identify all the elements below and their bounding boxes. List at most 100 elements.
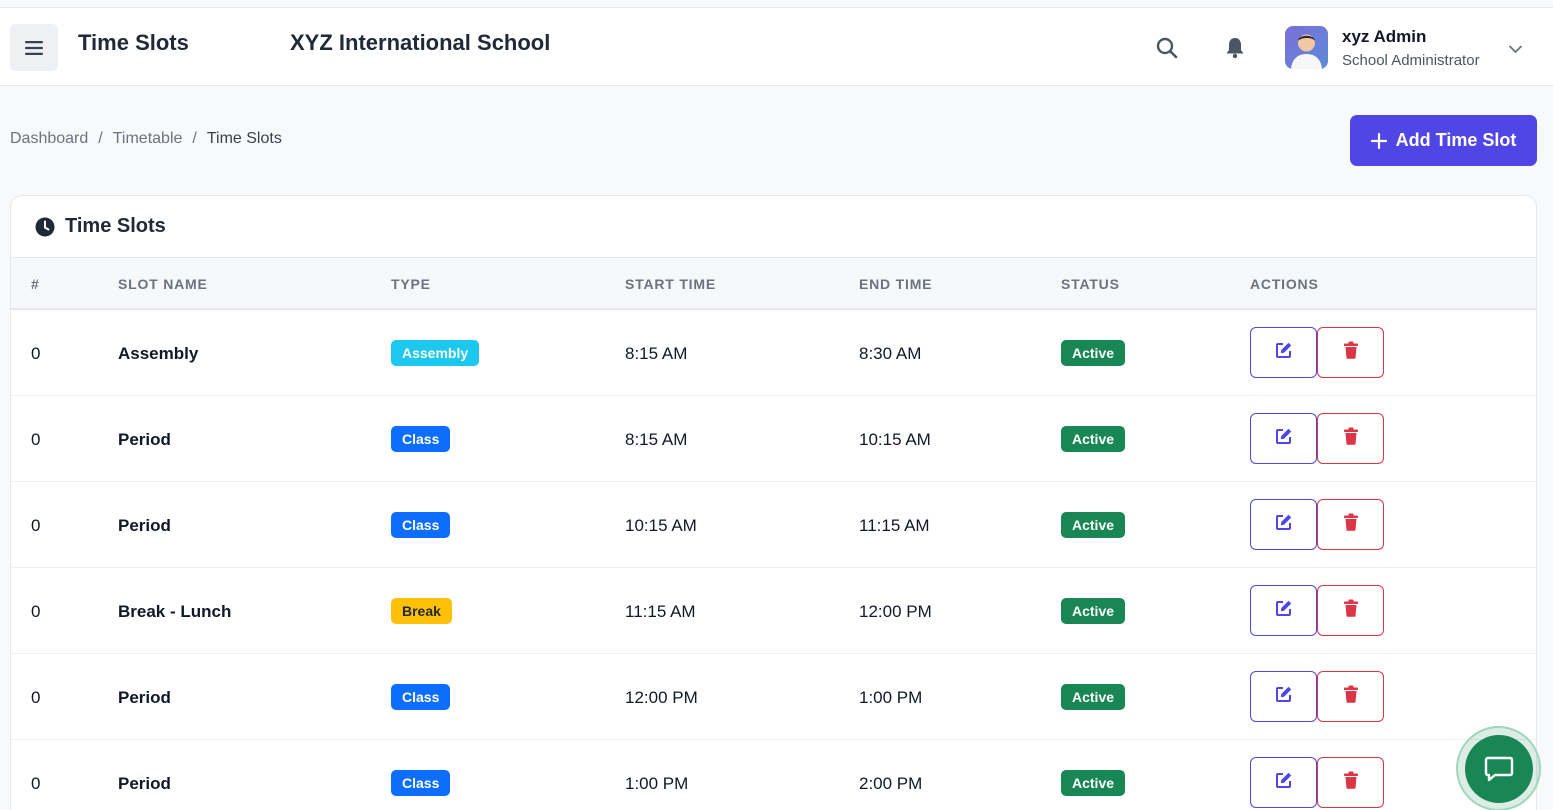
trash-icon: [1343, 427, 1359, 450]
delete-button[interactable]: [1317, 671, 1384, 722]
row-number: 0: [31, 430, 41, 449]
edit-icon: [1275, 427, 1293, 450]
column-header-status[interactable]: STATUS: [1061, 276, 1120, 292]
column-header-slot-name[interactable]: SLOT NAME: [118, 276, 208, 292]
edit-icon: [1275, 599, 1293, 622]
chat-icon: [1484, 756, 1513, 781]
chat-button[interactable]: [1456, 726, 1541, 810]
type-badge: Class: [391, 426, 451, 452]
breadcrumb-item-current: Time Slots: [206, 130, 282, 147]
type-badge: Assembly: [391, 340, 480, 366]
clock-icon: [35, 217, 55, 236]
type-badge: Class: [391, 770, 451, 796]
type-badge: Break: [391, 598, 452, 624]
slot-name: Period: [118, 430, 171, 449]
column-header-end-time[interactable]: END TIME: [859, 276, 932, 292]
table-header: # SLOT NAME TYPE START TIME END TIME STA…: [11, 258, 1536, 310]
column-header-start-time[interactable]: START TIME: [625, 276, 716, 292]
breadcrumb-separator: /: [192, 130, 197, 147]
top-navbar: Time Slots XYZ International School xyz …: [0, 7, 1553, 86]
status-badge: Active: [1061, 770, 1126, 796]
status-badge: Active: [1061, 426, 1126, 452]
user-role: School Administrator: [1342, 52, 1480, 69]
user-name: xyz Admin: [1342, 27, 1427, 46]
end-time: 8:30 AM: [859, 344, 922, 363]
start-time: 11:15 AM: [625, 602, 696, 621]
start-time: 8:15 AM: [625, 344, 688, 363]
edit-button[interactable]: [1250, 757, 1317, 808]
status-badge: Active: [1061, 340, 1126, 366]
edit-icon: [1275, 513, 1293, 536]
edit-icon: [1275, 341, 1293, 364]
trash-icon: [1343, 771, 1359, 794]
bell-icon[interactable]: [1225, 37, 1245, 64]
search-icon[interactable]: [1156, 37, 1178, 64]
slot-name: Period: [118, 516, 171, 535]
edit-button[interactable]: [1250, 327, 1317, 378]
column-header-type[interactable]: TYPE: [391, 276, 431, 292]
breadcrumb-separator: /: [98, 130, 103, 147]
start-time: 10:15 AM: [625, 516, 697, 535]
table-row: 0 Period Class 12:00 PM 1:00 PM Active: [11, 654, 1536, 740]
row-number: 0: [31, 774, 41, 793]
avatar[interactable]: [1285, 26, 1328, 69]
slot-name: Period: [118, 774, 171, 793]
table-row: 0 Period Class 1:00 PM 2:00 PM Active: [11, 740, 1536, 810]
menu-toggle-button[interactable]: [10, 24, 58, 71]
plus-icon: [1370, 132, 1387, 149]
card-header: Time Slots: [11, 196, 1536, 258]
end-time: 10:15 AM: [859, 430, 931, 449]
type-badge: Class: [391, 512, 451, 538]
edit-button[interactable]: [1250, 413, 1317, 464]
start-time: 12:00 PM: [625, 688, 698, 707]
page-title: Time Slots: [78, 30, 189, 55]
delete-button[interactable]: [1317, 327, 1384, 378]
breadcrumb-item-timetable[interactable]: Timetable: [113, 130, 183, 148]
time-slots-card: Time Slots # SLOT NAME TYPE START TIME E…: [10, 195, 1537, 810]
table-row: 0 Assembly Assembly 8:15 AM 8:30 AM Active: [11, 310, 1536, 396]
edit-button[interactable]: [1250, 585, 1317, 636]
status-badge: Active: [1061, 512, 1126, 538]
slot-name: Period: [118, 688, 171, 707]
breadcrumb: Dashboard / Timetable / Time Slots: [10, 130, 282, 148]
trash-icon: [1343, 513, 1359, 536]
edit-button[interactable]: [1250, 499, 1317, 550]
row-number: 0: [31, 516, 41, 535]
delete-button[interactable]: [1317, 413, 1384, 464]
slot-name: Break - Lunch: [118, 602, 232, 621]
edit-icon: [1275, 771, 1293, 794]
delete-button[interactable]: [1317, 499, 1384, 550]
table-row: 0 Break - Lunch Break 11:15 AM 12:00 PM Activ…: [11, 568, 1536, 654]
table-body: 0 Assembly Assembly 8:15 AM 8:30 AM Active 0 Pe…: [11, 310, 1536, 810]
edit-icon: [1275, 685, 1293, 708]
status-badge: Active: [1061, 598, 1126, 624]
start-time: 8:15 AM: [625, 430, 688, 449]
start-time: 1:00 PM: [625, 774, 689, 793]
school-name: XYZ International School: [290, 30, 551, 55]
row-number: 0: [31, 344, 41, 363]
end-time: 1:00 PM: [859, 688, 923, 707]
add-time-slot-button[interactable]: Add Time Slot: [1350, 115, 1537, 166]
slot-name: Assembly: [118, 344, 199, 363]
end-time: 11:15 AM: [859, 516, 930, 535]
edit-button[interactable]: [1250, 671, 1317, 722]
end-time: 2:00 PM: [859, 774, 923, 793]
breadcrumb-item-dashboard[interactable]: Dashboard: [10, 130, 88, 148]
trash-icon: [1343, 685, 1359, 708]
delete-button[interactable]: [1317, 585, 1384, 636]
trash-icon: [1343, 341, 1359, 364]
menu-icon: [25, 40, 43, 55]
delete-button[interactable]: [1317, 757, 1384, 808]
column-header-actions: ACTIONS: [1250, 276, 1319, 292]
column-header-number: #: [31, 276, 40, 292]
card-title: Time Slots: [65, 215, 166, 237]
status-badge: Active: [1061, 684, 1126, 710]
row-number: 0: [31, 688, 41, 707]
trash-icon: [1343, 599, 1359, 622]
table-row: 0 Period Class 10:15 AM 11:15 AM Active: [11, 482, 1536, 568]
end-time: 12:00 PM: [859, 602, 932, 621]
chevron-down-icon[interactable]: [1508, 41, 1523, 59]
add-time-slot-label: Add Time Slot: [1395, 130, 1517, 150]
type-badge: Class: [391, 684, 451, 710]
table-row: 0 Period Class 8:15 AM 10:15 AM Active: [11, 396, 1536, 482]
